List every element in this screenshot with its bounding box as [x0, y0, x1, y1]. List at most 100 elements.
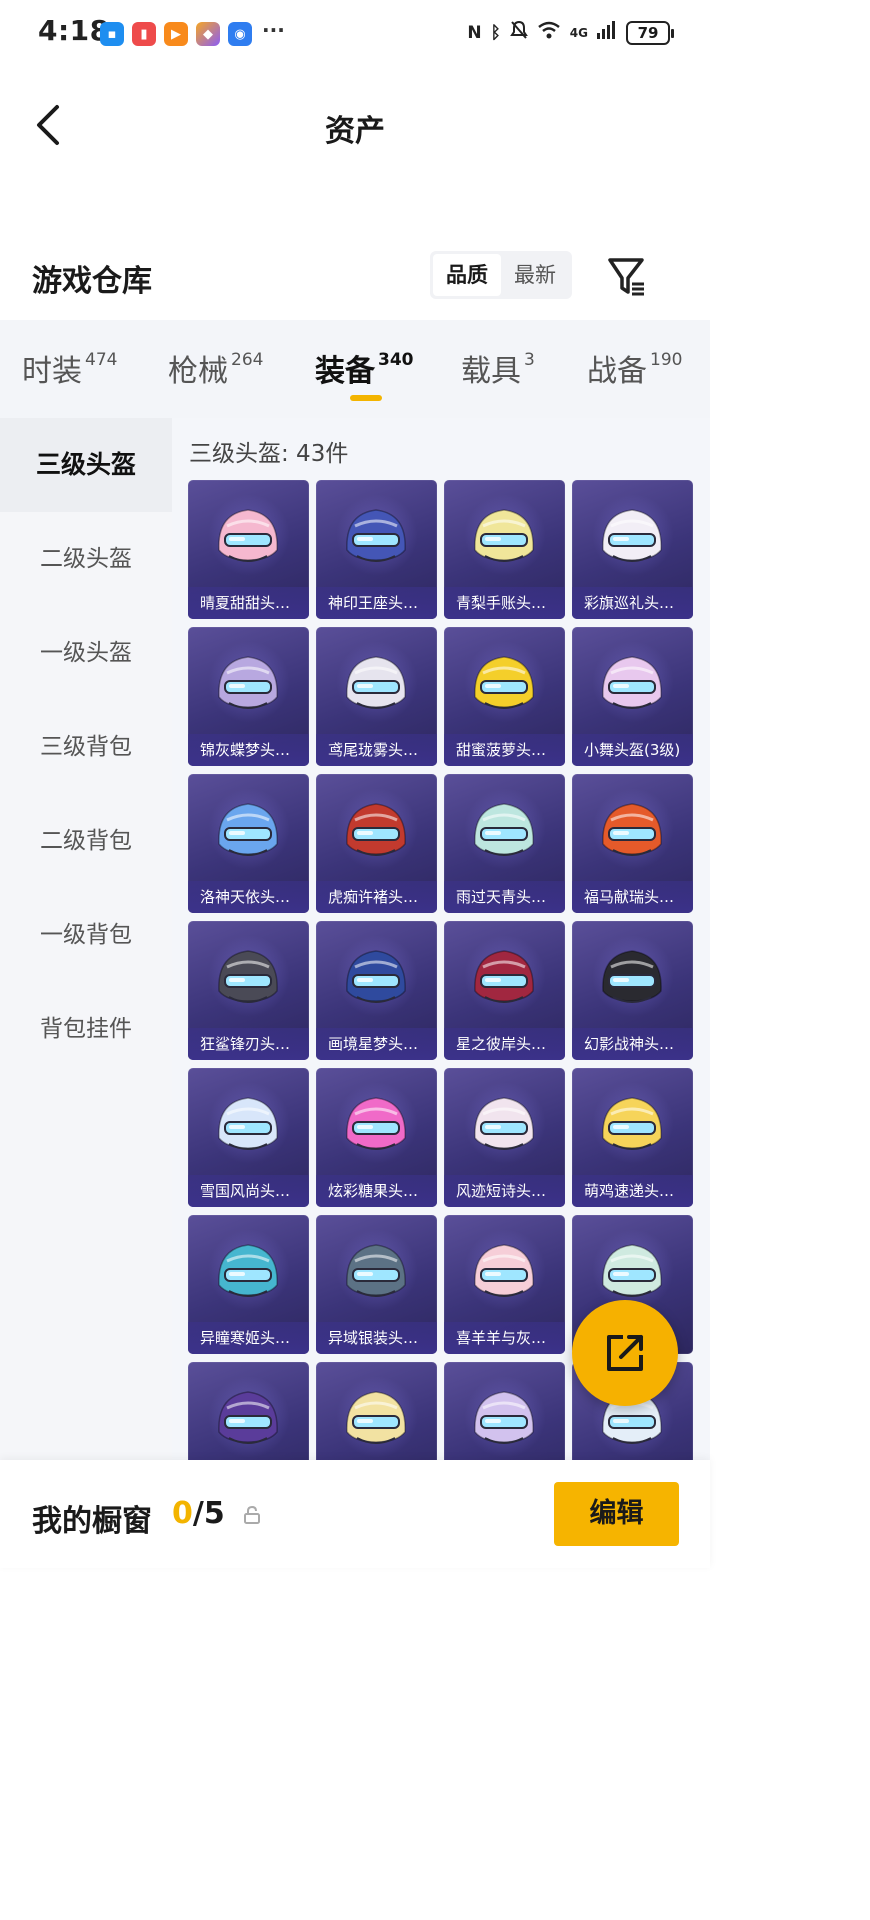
helmet-icon — [474, 1391, 534, 1444]
tab-supplies[interactable]: 战备 190 — [587, 346, 682, 390]
bluetooth-icon: ᛒ — [490, 22, 501, 43]
item-label: 雨过天青头… — [444, 881, 565, 913]
item-label: 狂鲨锋刃头… — [188, 1028, 309, 1060]
helmet-icon — [602, 803, 662, 856]
item-card[interactable]: 风迹短诗头… — [444, 1068, 565, 1207]
item-card[interactable]: 晴夏甜甜头… — [188, 480, 309, 619]
item-label: 青梨手账头… — [444, 587, 565, 619]
helmet-icon — [218, 1244, 278, 1297]
item-label: 锦灰蝶梦头… — [188, 734, 309, 766]
filter-button[interactable] — [604, 254, 648, 298]
item-label: 神印王座头… — [316, 587, 437, 619]
helmet-icon — [346, 1244, 406, 1297]
helmet-icon — [346, 509, 406, 562]
sidebar-item-level2-backpack[interactable]: 二级背包 — [0, 794, 172, 888]
item-card[interactable]: 甜蜜菠萝头… — [444, 627, 565, 766]
helmet-icon — [218, 950, 278, 1003]
status-time: 4:18 — [38, 14, 110, 47]
tab-equipment[interactable]: 装备 340 — [315, 346, 414, 390]
item-card[interactable]: 洛神天依头… — [188, 774, 309, 913]
helmet-icon — [218, 509, 278, 562]
video-app-icon: ▶ — [164, 22, 188, 46]
book-app-icon: ▮ — [132, 22, 156, 46]
helmet-icon — [346, 950, 406, 1003]
item-card[interactable]: 彩旗巡礼头… — [572, 480, 693, 619]
notification-icons: ▪ ▮ ▶ ◆ ◉ — [100, 22, 252, 46]
helmet-icon — [474, 1244, 534, 1297]
item-label: 画境星梦头… — [316, 1028, 437, 1060]
item-card[interactable]: 福马献瑞头… — [572, 774, 693, 913]
sidebar-item-backpack-charm[interactable]: 背包挂件 — [0, 982, 172, 1076]
item-card[interactable]: 画境星梦头… — [316, 921, 437, 1060]
edit-button[interactable]: 编辑 — [554, 1482, 679, 1546]
lock-icon — [244, 1506, 260, 1524]
mute-icon — [509, 20, 528, 45]
item-card[interactable] — [188, 1362, 309, 1460]
item-label: 小舞头盔(3级) — [572, 734, 693, 766]
sort-by-quality[interactable]: 品质 — [433, 254, 501, 296]
item-label: 异域银装头… — [316, 1322, 437, 1354]
helmet-icon — [602, 1097, 662, 1150]
helmet-icon — [602, 656, 662, 709]
item-card[interactable]: 异域银装头… — [316, 1215, 437, 1354]
item-card[interactable]: 幻影战神头… — [572, 921, 693, 1060]
sidebar-item-level3-helmet[interactable]: 三级头盔 — [0, 418, 172, 512]
helmet-icon — [218, 803, 278, 856]
item-label: 星之彼岸头… — [444, 1028, 565, 1060]
helmet-icon — [474, 803, 534, 856]
item-card[interactable]: 炫彩糖果头… — [316, 1068, 437, 1207]
item-label: 彩旗巡礼头… — [572, 587, 693, 619]
item-label: 幻影战神头… — [572, 1028, 693, 1060]
item-card[interactable]: 雨过天青头… — [444, 774, 565, 913]
sidebar-item-level2-helmet[interactable]: 二级头盔 — [0, 512, 172, 606]
item-card[interactable]: 虎痴许褚头… — [316, 774, 437, 913]
tab-weapons[interactable]: 枪械 264 — [168, 346, 263, 390]
helmet-icon — [346, 1097, 406, 1150]
category-tabs: 时装 474 枪械 264 装备 340 载具 3 战备 190 — [0, 320, 710, 418]
helmet-icon — [346, 656, 406, 709]
item-card[interactable]: 星之彼岸头… — [444, 921, 565, 1060]
battery-indicator: 79 — [626, 20, 674, 45]
item-card[interactable]: 雪国风尚头… — [188, 1068, 309, 1207]
sidebar-item-level1-helmet[interactable]: 一级头盔 — [0, 606, 172, 700]
share-button[interactable] — [572, 1300, 678, 1406]
item-card[interactable]: 狂鲨锋刃头… — [188, 921, 309, 1060]
sidebar: 三级头盔 二级头盔 一级头盔 三级背包 二级背包 一级背包 背包挂件 — [0, 418, 172, 1460]
item-label: 鸢尾珑雾头… — [316, 734, 437, 766]
store-app-icon: ◆ — [196, 22, 220, 46]
item-card[interactable]: 小舞头盔(3级) — [572, 627, 693, 766]
item-label: 福马献瑞头… — [572, 881, 693, 913]
item-label: 风迹短诗头… — [444, 1175, 565, 1207]
signal-icon — [597, 21, 617, 44]
more-notifications-icon: ··· — [262, 18, 285, 42]
item-card[interactable]: 锦灰蝶梦头… — [188, 627, 309, 766]
item-card[interactable] — [316, 1362, 437, 1460]
bottom-bar: 我的橱窗 0/5 编辑 — [0, 1460, 710, 1568]
item-card[interactable]: 异瞳寒姬头… — [188, 1215, 309, 1354]
item-label: 晴夏甜甜头… — [188, 587, 309, 619]
item-card[interactable]: 喜羊羊与灰… — [444, 1215, 565, 1354]
wifi-icon — [537, 21, 561, 44]
network-type: 4G — [569, 25, 588, 40]
status-bar: 4:18 ▪ ▮ ▶ ◆ ◉ ··· N ᛒ 4G 79 — [0, 0, 710, 70]
tab-fashion[interactable]: 时装 474 — [22, 346, 117, 390]
helmet-icon — [602, 950, 662, 1003]
item-card[interactable]: 鸢尾珑雾头… — [316, 627, 437, 766]
helmet-icon — [346, 803, 406, 856]
helmet-icon — [474, 1097, 534, 1150]
item-card[interactable]: 神印王座头… — [316, 480, 437, 619]
page-title: 资产 — [325, 114, 385, 149]
item-card[interactable]: 萌鸡速递头… — [572, 1068, 693, 1207]
sidebar-item-level1-backpack[interactable]: 一级背包 — [0, 888, 172, 982]
message-app-icon: ▪ — [100, 22, 124, 46]
item-label: 萌鸡速递头… — [572, 1175, 693, 1207]
tab-vehicles[interactable]: 载具 3 — [461, 346, 535, 390]
sidebar-item-level3-backpack[interactable]: 三级背包 — [0, 700, 172, 794]
item-card[interactable]: 青梨手账头… — [444, 480, 565, 619]
helmet-icon — [218, 656, 278, 709]
nfc-icon: N — [467, 22, 482, 43]
sort-by-latest[interactable]: 最新 — [501, 254, 569, 296]
item-label: 炫彩糖果头… — [316, 1175, 437, 1207]
showcase-label: 我的橱窗 — [32, 1504, 152, 1539]
item-card[interactable] — [444, 1362, 565, 1460]
